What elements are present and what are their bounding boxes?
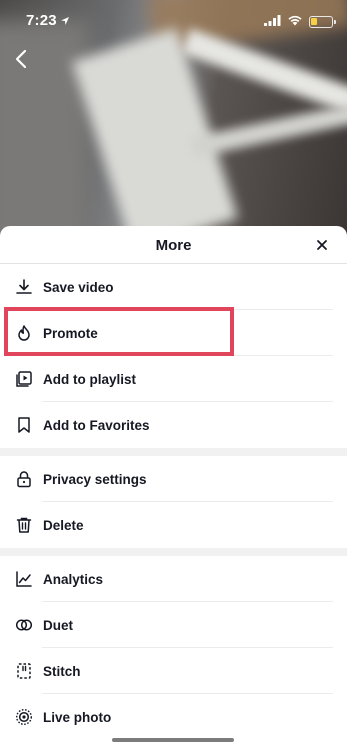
bookmark-icon xyxy=(15,416,33,434)
sheet-header: More xyxy=(0,226,347,264)
menu-item-save-video[interactable]: Save video xyxy=(0,264,347,310)
sheet-title: More xyxy=(155,237,192,254)
menu-item-label: Add to playlist xyxy=(43,371,137,387)
cellular-signal-icon xyxy=(264,13,281,31)
more-options-sheet: More Save video Promote Add to playlist xyxy=(0,226,347,750)
playlist-icon xyxy=(15,370,33,388)
menu-item-label: Save video xyxy=(43,279,114,295)
group-separator xyxy=(0,448,347,456)
battery-icon xyxy=(309,16,336,28)
location-arrow-icon xyxy=(60,13,70,31)
menu-item-duet[interactable]: Duet xyxy=(0,602,347,648)
live-photo-icon xyxy=(15,708,33,726)
home-indicator xyxy=(112,738,234,742)
menu-item-analytics[interactable]: Analytics xyxy=(0,556,347,602)
menu-item-add-to-playlist[interactable]: Add to playlist xyxy=(0,356,347,402)
menu-item-label: Duet xyxy=(43,617,73,633)
close-icon[interactable] xyxy=(315,238,329,252)
menu-item-privacy-settings[interactable]: Privacy settings xyxy=(0,456,347,502)
lock-icon xyxy=(15,470,33,488)
menu-item-label: Privacy settings xyxy=(43,471,147,487)
menu-item-label: Add to Favorites xyxy=(43,417,150,433)
menu-item-label: Delete xyxy=(43,517,84,533)
duet-icon xyxy=(15,616,33,634)
menu-item-stitch[interactable]: Stitch xyxy=(0,648,347,694)
trash-icon xyxy=(15,516,33,534)
status-time: 7:23 xyxy=(26,12,57,29)
group-separator xyxy=(0,548,347,556)
analytics-icon xyxy=(15,570,33,588)
menu-item-add-to-favorites[interactable]: Add to Favorites xyxy=(0,402,347,448)
stitch-icon xyxy=(15,662,33,680)
menu-item-label: Stitch xyxy=(43,663,81,679)
wifi-icon xyxy=(287,13,303,31)
download-icon xyxy=(15,278,33,296)
status-bar: 7:23 xyxy=(0,0,347,44)
menu-item-live-photo[interactable]: Live photo xyxy=(0,694,347,740)
menu-item-label: Analytics xyxy=(43,571,104,587)
menu-item-label: Live photo xyxy=(43,709,112,725)
menu-item-delete[interactable]: Delete xyxy=(0,502,347,548)
promote-highlight-box xyxy=(4,307,234,356)
back-chevron-icon[interactable] xyxy=(12,47,32,71)
